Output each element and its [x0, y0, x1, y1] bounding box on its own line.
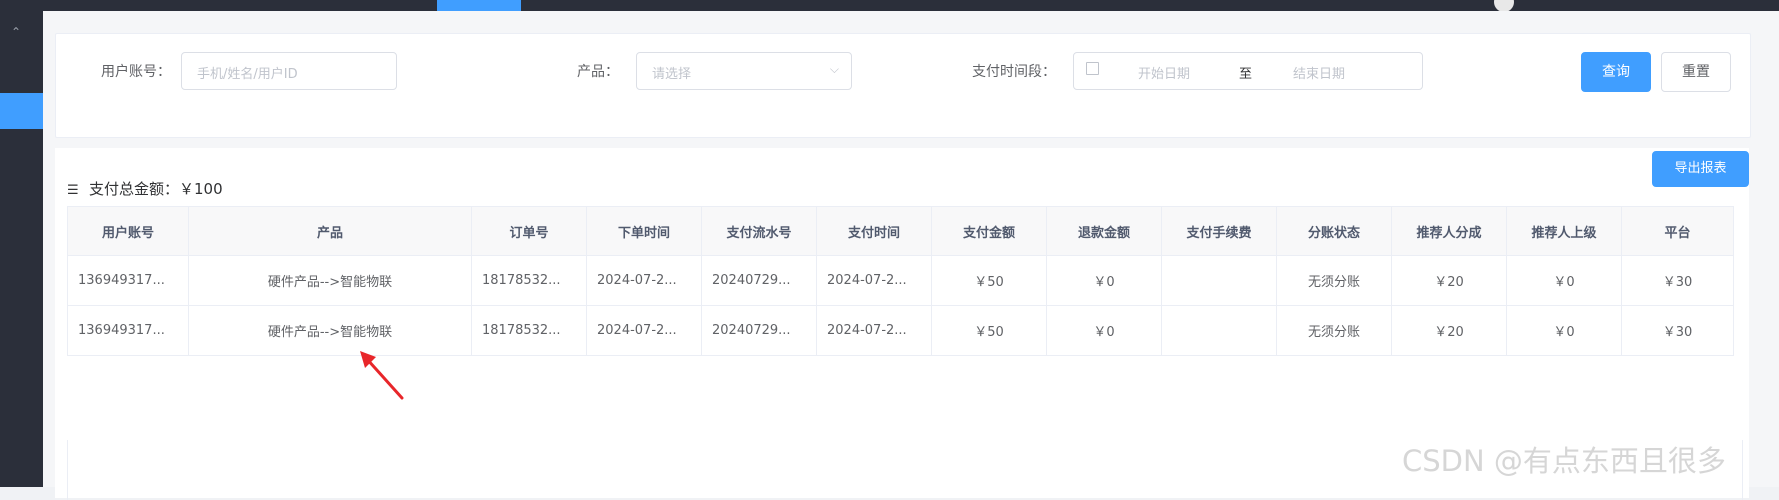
product-label: 产品： [577, 64, 619, 80]
cell-pay-time: 2024-07-2... [816, 255, 932, 306]
end-date-input[interactable]: 结束日期 [1293, 63, 1345, 82]
main-content: 用户账号： 手机/姓名/用户ID 产品： 请选择 ⌵ 支付时间段： 开始日期 至… [43, 11, 1779, 500]
cell-order-no: 18178532... [471, 255, 587, 306]
total-amount: ☰ 支付总金额：￥100 [67, 178, 223, 199]
cell-split-status: 无须分账 [1276, 255, 1392, 306]
payment-table: 用户账号 产品 订单号 下单时间 支付流水号 支付时间 支付金额 退款金额 支付… [67, 206, 1734, 356]
cell-refund-amount: ￥0 [1046, 255, 1162, 306]
table-row[interactable]: 136949317... 硬件产品-->智能物联 18178532... 202… [67, 305, 1734, 356]
date-range-picker[interactable]: 开始日期 至 结束日期 [1073, 52, 1423, 90]
calendar-icon [1086, 62, 1099, 75]
chevron-down-icon: ⌵ [829, 62, 839, 76]
cell-product: 硬件产品-->智能物联 [188, 255, 472, 306]
search-form: 用户账号： 手机/姓名/用户ID 产品： 请选择 ⌵ 支付时间段： 开始日期 至… [55, 33, 1751, 138]
total-amount-text: 支付总金额：￥100 [89, 180, 223, 198]
cell-pay-amount: ￥50 [931, 255, 1047, 306]
sliders-icon: ☰ [67, 183, 79, 198]
cell-referrer-share: ￥20 [1391, 255, 1507, 306]
range-separator: 至 [1239, 67, 1253, 82]
col-header: 下单时间 [586, 206, 702, 256]
col-header: 产品 [188, 206, 472, 256]
cell-order-time: 2024-07-2... [586, 305, 702, 356]
reset-button[interactable]: 重置 [1661, 52, 1731, 92]
cell-split-status: 无须分账 [1276, 305, 1392, 356]
top-navbar [0, 0, 1779, 12]
table-row[interactable]: 136949317... 硬件产品-->智能物联 18178532... 202… [67, 255, 1734, 306]
start-date-input[interactable]: 开始日期 [1138, 63, 1190, 82]
chevron-up-icon[interactable]: ⌃ [11, 25, 21, 39]
cell-refund-amount: ￥0 [1046, 305, 1162, 356]
col-header: 支付手续费 [1161, 206, 1277, 256]
cell-pay-time: 2024-07-2... [816, 305, 932, 356]
col-header: 支付时间 [816, 206, 932, 256]
product-placeholder: 请选择 [652, 67, 692, 82]
cell-order-no: 18178532... [471, 305, 587, 356]
watermark-text: CSDN @有点东西且很多 [1402, 444, 1726, 478]
col-header: 订单号 [471, 206, 587, 256]
query-button[interactable]: 查询 [1581, 52, 1651, 92]
cell-serial-no: 20240729... [701, 305, 817, 356]
col-header: 平台 [1621, 206, 1734, 256]
cell-referrer-share: ￥20 [1391, 305, 1507, 356]
col-header: 退款金额 [1046, 206, 1162, 256]
cell-platform: ￥30 [1621, 305, 1734, 356]
table-header-row: 用户账号 产品 订单号 下单时间 支付流水号 支付时间 支付金额 退款金额 支付… [67, 206, 1734, 256]
pay-time-label: 支付时间段： [972, 64, 1056, 80]
cell-platform: ￥30 [1621, 255, 1734, 306]
col-header: 推荐人上级 [1506, 206, 1622, 256]
user-account-input[interactable]: 手机/姓名/用户ID [181, 52, 397, 90]
sidebar: ⌃ [0, 11, 43, 487]
col-header: 分账状态 [1276, 206, 1392, 256]
cell-product: 硬件产品-->智能物联 [188, 305, 472, 356]
user-account-placeholder: 手机/姓名/用户ID [197, 67, 298, 82]
cell-fee [1161, 305, 1277, 356]
cell-fee [1161, 255, 1277, 306]
cell-referrer-upper: ￥0 [1506, 305, 1622, 356]
col-header: 推荐人分成 [1391, 206, 1507, 256]
col-header: 支付流水号 [701, 206, 817, 256]
col-header: 支付金额 [931, 206, 1047, 256]
cell-order-time: 2024-07-2... [586, 255, 702, 306]
cell-referrer-upper: ￥0 [1506, 255, 1622, 306]
cell-user-account: 136949317... [67, 305, 189, 356]
col-header: 用户账号 [67, 206, 189, 256]
sidebar-active-item[interactable] [0, 93, 43, 129]
cell-pay-amount: ￥50 [931, 305, 1047, 356]
active-nav-tab[interactable] [437, 0, 521, 11]
product-select[interactable]: 请选择 ⌵ [636, 52, 852, 90]
export-report-button[interactable]: 导出报表 [1652, 151, 1749, 187]
user-account-label: 用户账号： [101, 64, 171, 80]
cell-serial-no: 20240729... [701, 255, 817, 306]
cell-user-account: 136949317... [67, 255, 189, 306]
red-annotation-arrow [360, 351, 404, 400]
